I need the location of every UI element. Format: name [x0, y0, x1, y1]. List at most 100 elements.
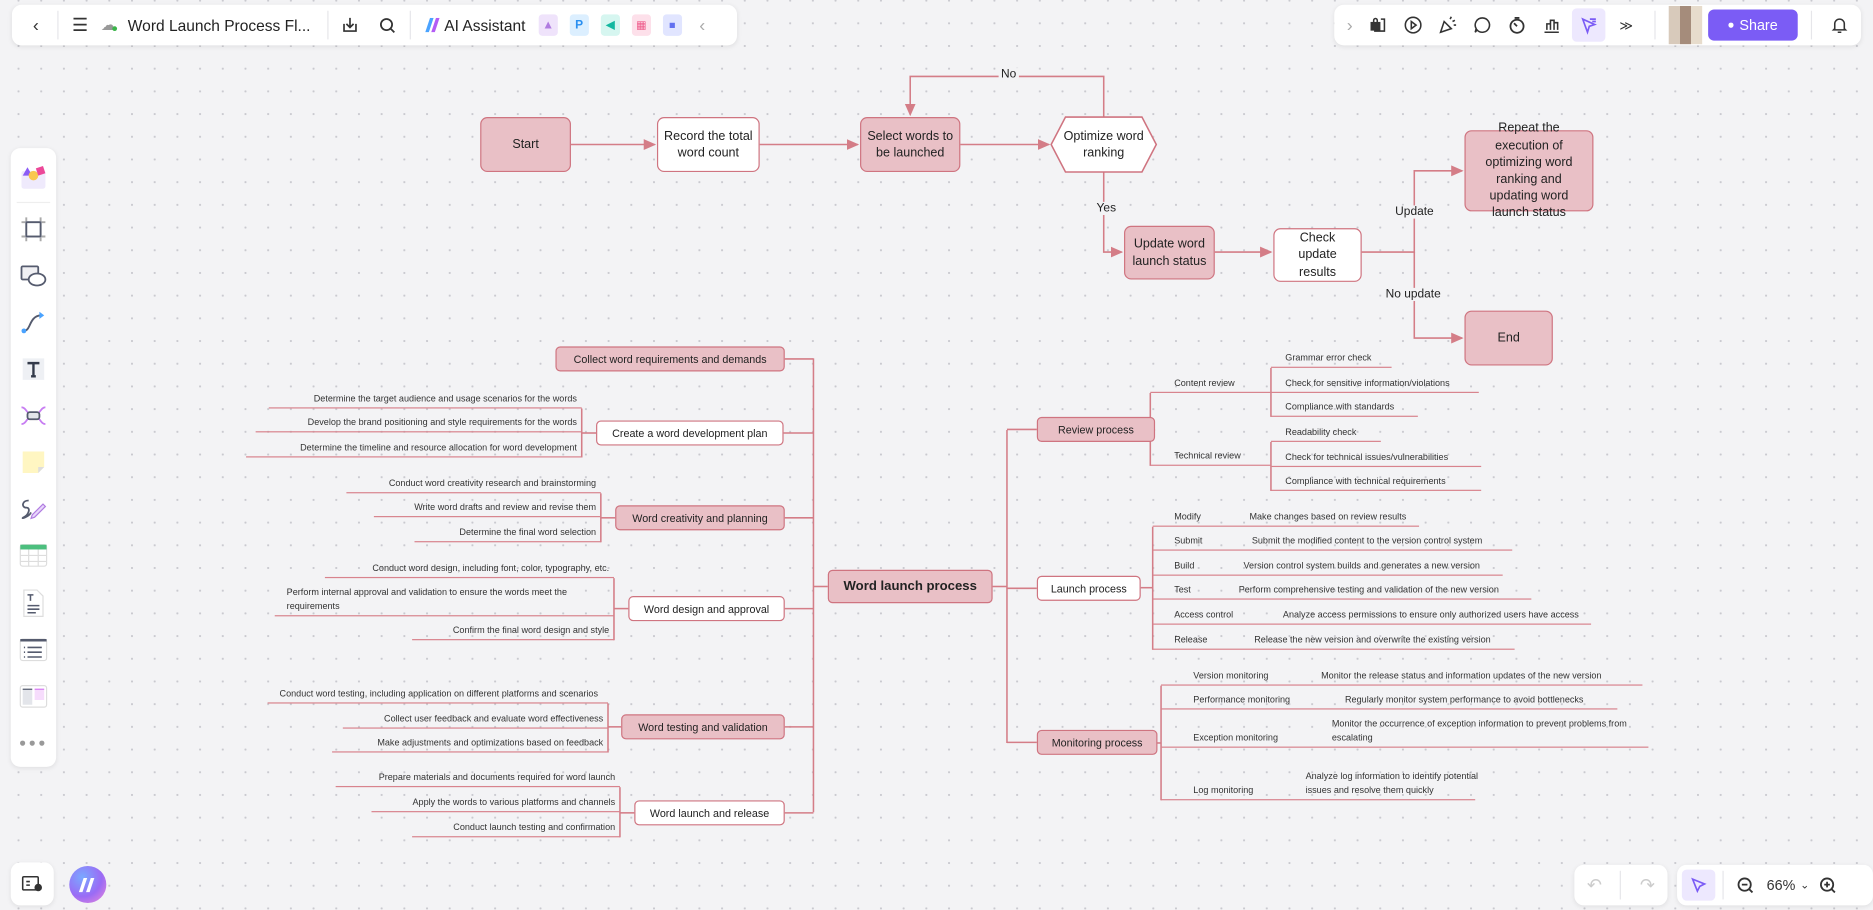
mindmap-leaf-row[interactable]: Readability check [1270, 425, 1381, 442]
flow-label-no-update: No update [1383, 287, 1444, 302]
mindmap-leaf-row[interactable]: Conduct word testing, including applicat… [267, 670, 609, 704]
mindmap-leaf-text: Readability check [1285, 425, 1357, 437]
flow-label-no: No [998, 68, 1019, 82]
mindmap-leaf-text: Release the new version and overwrite th… [1254, 633, 1491, 645]
mindmap-sub-label: Version monitoring [1193, 669, 1269, 681]
mindmap-leaf-text: Collect user feedback and evaluate word … [384, 712, 604, 724]
mindmap-branch-node[interactable]: Monitoring process [1036, 729, 1158, 755]
mindmap-sub-label: Technical review [1174, 449, 1241, 461]
mindmap-leaf-text: Conduct word creativity research and bra… [388, 477, 597, 489]
mindmap-sub-label: Modify [1174, 510, 1201, 522]
mindmap-leaf-text: Confirm the final word design and style [452, 624, 610, 636]
flow-node-select[interactable]: Select words to be launched [860, 117, 961, 173]
mindmap-leaf-row[interactable]: Technical review [1150, 449, 1271, 466]
mindmap-branch-node[interactable]: Word testing and validation [621, 714, 785, 740]
mindmap-branch-node[interactable]: Word launch and release [634, 800, 785, 826]
mindmap-leaf-row[interactable]: Collect user feedback and evaluate word … [342, 712, 609, 729]
mindmap-leaf-text: Compliance with standards [1285, 400, 1395, 412]
mindmap-leaf-row[interactable]: Write word drafts and review and revise … [373, 500, 601, 518]
mindmap-leaf-text: Analyze log information to identify pote… [1305, 770, 1479, 796]
mindmap-branch-node[interactable]: Launch process [1036, 575, 1141, 601]
mindmap-leaf-row[interactable]: Performance monitoring Regularly monitor … [1161, 693, 1618, 710]
canvas[interactable]: ‹ ☰ ☁ Word Launch Process Fl... AI Assis… [0, 0, 1873, 910]
mindmap-leaf-row[interactable]: Log monitoring Analyze log information to… [1161, 753, 1478, 801]
mindmap-leaf-row[interactable]: Release Release the new version and overw… [1152, 633, 1515, 650]
mindmap-leaf-row[interactable]: Confirm the final word design and style [412, 624, 614, 641]
mindmap-leaf-row[interactable]: Content review [1150, 376, 1271, 393]
flow-node-record[interactable]: Record the total word count [656, 117, 760, 173]
mindmap-leaf-text: Check for sensitive information/violatio… [1285, 376, 1450, 388]
mindmap-leaf-row[interactable]: Compliance with standards [1270, 400, 1418, 417]
mindmap-branch-node[interactable]: Word design and approval [628, 596, 785, 622]
mindmap-leaf-text: Version control system builds and genera… [1243, 559, 1480, 571]
mindmap-leaf-row[interactable]: Modify Make changes based on review resul… [1152, 510, 1420, 527]
mindmap-leaf-row[interactable]: Grammar error check [1270, 351, 1392, 368]
mindmap-leaf-row[interactable]: Perform internal approval and validation… [274, 583, 614, 617]
mindmap-leaf-row[interactable]: Prepare materials and documents required… [335, 770, 620, 788]
mindmap-leaf-text: Conduct word design, including font, col… [372, 562, 610, 573]
mindmap-leaf-text: Check for technical issues/vulnerabiliti… [1285, 451, 1449, 462]
mindmap-leaf-text: Analyze access permissions to ensure onl… [1282, 608, 1579, 620]
mindmap-leaf-text: Determine the timeline and resource allo… [300, 441, 577, 453]
arrow-optimize-no [904, 75, 1105, 118]
flow-label-update: Update [1392, 205, 1437, 219]
mindmap-leaf-text: Apply the words to various platforms and… [412, 796, 616, 808]
flow-node-check[interactable]: Check update results [1273, 228, 1362, 282]
flow-label-yes: Yes [1094, 201, 1119, 216]
mindmap-leaf-text: Monitor the occurrence of exception info… [1331, 718, 1627, 743]
mindmap-sub-label: Access control [1174, 608, 1234, 620]
mindmap-leaf-row[interactable]: Determine the timeline and resource allo… [246, 441, 582, 458]
mindmap-leaf-text: Perform internal approval and validation… [286, 586, 568, 612]
mindmap-leaf-row[interactable]: Conduct word design, including font, col… [324, 561, 614, 579]
mindmap-leaf-row[interactable]: Apply the words to various platforms and… [371, 796, 620, 813]
mindmap-leaf-text: Regularly monitor system performance to … [1345, 693, 1584, 705]
mindmap-leaf-row[interactable]: Determine the final word selection [414, 526, 601, 543]
mindmap-sub-label: Release [1174, 633, 1208, 645]
mindmap-leaf-text: Perform comprehensive testing and valida… [1238, 583, 1499, 595]
mindmap-leaf-text: Grammar error check [1285, 351, 1372, 363]
mindmap-leaf-row[interactable]: Test Perform comprehensive testing and va… [1152, 583, 1532, 600]
mindmap-leaf-text: Write word drafts and review and revise … [414, 501, 597, 512]
mindmap-branch-node[interactable]: Word creativity and planning [615, 505, 785, 531]
mindmap-leaf-row[interactable]: Determine the target audience and usage … [268, 392, 582, 409]
mindmap-sub-label: Submit [1174, 534, 1203, 546]
flow-node-end[interactable]: End [1464, 310, 1553, 366]
mindmap-branch-node[interactable]: Create a word development plan [596, 420, 784, 446]
mindmap-sub-label: Log monitoring [1193, 784, 1254, 796]
mindmap-leaf-row[interactable]: Exception monitoring Monitor the occurren… [1161, 714, 1649, 748]
mindmap-leaf-text: Conduct word testing, including applicat… [279, 687, 599, 699]
mindmap-leaf-text: Submit the modified content to the versi… [1251, 534, 1483, 546]
mindmap-leaf-text: Prepare materials and documents required… [378, 771, 616, 782]
mindmap-sub-label: Performance monitoring [1193, 693, 1291, 705]
mindmap-leaf-row[interactable]: Build Version control system builds and g… [1152, 559, 1503, 576]
flow-node-optimize[interactable]: Optimize word ranking [1056, 117, 1152, 172]
mindmap-sub-label: Content review [1174, 376, 1235, 388]
mindmap-sub-label: Build [1174, 559, 1195, 571]
mindmap-leaf-row[interactable]: Submit Submit the modified content to the… [1152, 534, 1513, 551]
mindmap-leaf-row[interactable]: Access control Analyze access permissions… [1152, 608, 1592, 625]
mindmap-leaf-text: Determine the target audience and usage … [313, 392, 577, 404]
mindmap-leaf-row[interactable]: Conduct word creativity research and bra… [346, 477, 601, 494]
mindmap-leaf-row[interactable]: Develop the brand positioning and style … [255, 416, 582, 433]
flow-node-repeat[interactable]: Repeat the execution of optimizing word … [1464, 121, 1594, 220]
flow-node-update[interactable]: Update word launch status [1124, 225, 1215, 280]
mindmap-sub-label: Exception monitoring [1193, 731, 1279, 743]
mindmap-leaf-text: Compliance with technical requirements [1285, 474, 1446, 486]
flow-node-start[interactable]: Start [480, 117, 571, 173]
mindmap-leaf-row[interactable]: Check for technical issues/vulnerabiliti… [1270, 450, 1482, 468]
mindmap-leaf-text: Develop the brand positioning and style … [307, 416, 577, 428]
mindmap-leaf-row[interactable]: Version monitoring Monitor the release st… [1161, 669, 1643, 686]
mindmap-leaf-text: Conduct launch testing and confirmation [453, 821, 616, 833]
mindmap-leaf-text: Make adjustments and optimizations based… [377, 736, 604, 748]
mindmap-leaf-text: Make changes based on review results [1249, 510, 1407, 522]
mindmap-leaf-row[interactable]: Make adjustments and optimizations based… [332, 736, 609, 753]
mindmap-leaf-row[interactable]: Check for sensitive information/violatio… [1270, 376, 1479, 393]
mindmap-sub-label: Test [1174, 583, 1191, 595]
mindmap-branch-node[interactable]: Review process [1036, 416, 1156, 442]
mindmap-leaf-row[interactable]: Compliance with technical requirements [1270, 474, 1482, 491]
mindmap-branch-node[interactable]: Collect word requirements and demands [555, 346, 785, 372]
mindmap-leaf-text: Determine the final word selection [459, 526, 597, 538]
mindmap-center-node[interactable]: Word launch process [827, 569, 993, 604]
mindmap-leaf-text: Monitor the release status and informati… [1321, 669, 1602, 681]
mindmap-leaf-row[interactable]: Conduct launch testing and confirmation [412, 821, 620, 838]
